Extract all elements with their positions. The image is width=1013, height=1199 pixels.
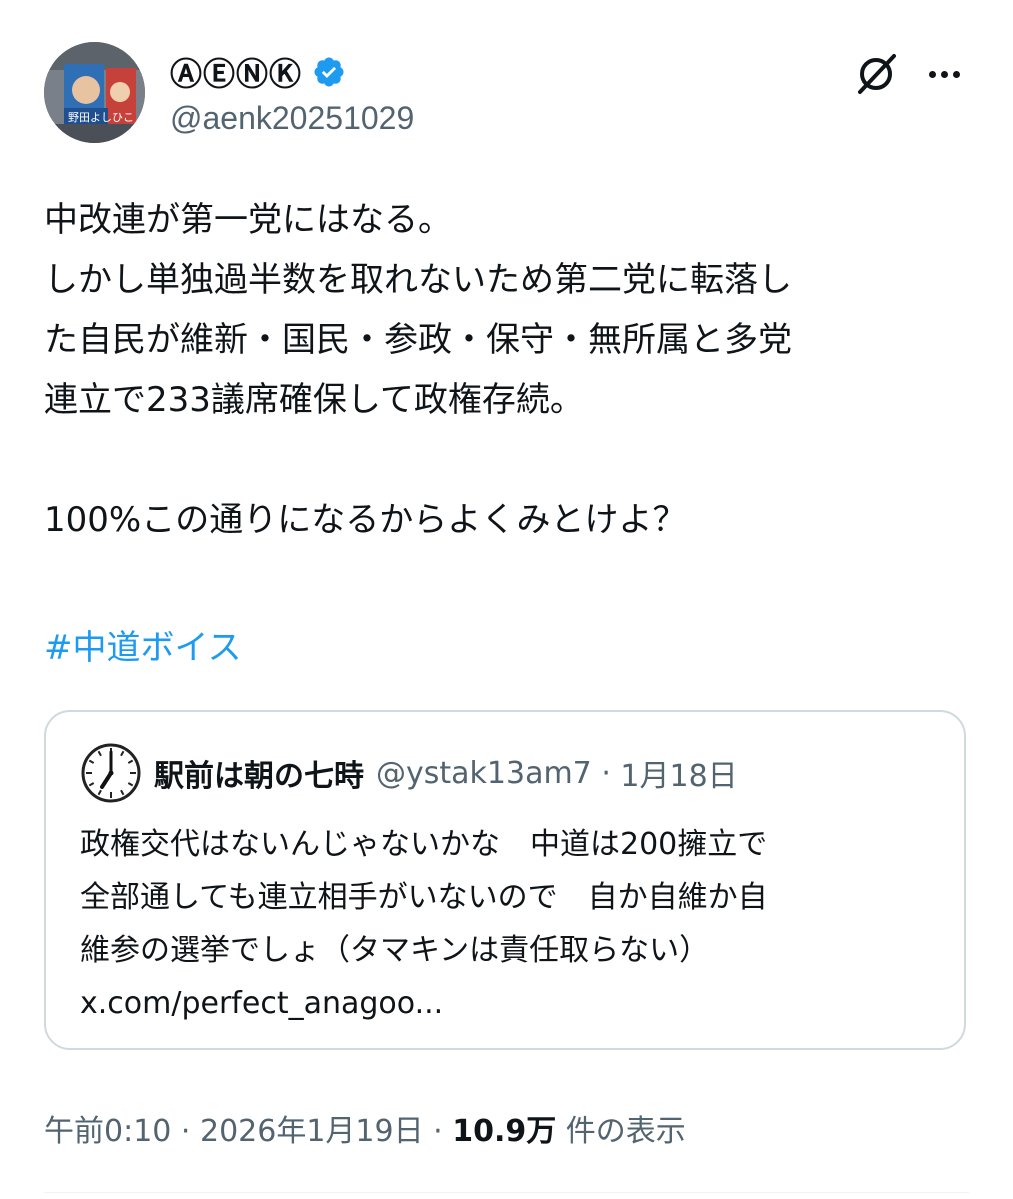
post-date[interactable]: 2026年1月19日: [200, 1114, 424, 1149]
clock-avatar-icon: [80, 742, 142, 804]
hashtag-link[interactable]: #中道ボイス: [44, 618, 241, 678]
quoted-post-line: 維参の選挙でしょ（タマキンは責任取らない）: [80, 933, 710, 968]
quoted-post-line: 全部通しても連立相手がいないので 自か自維か自: [80, 880, 768, 915]
post-line: 連立で233議席確保して政権存続。: [44, 380, 584, 420]
post-meta: 午前0:10 · 2026年1月19日 · 10.9万 件の表示: [44, 1106, 686, 1150]
post-body: 中改連が第一党にはなる。 しかし単独過半数を取れないため第二党に転落し た自民が…: [44, 190, 974, 550]
quoted-author-name[interactable]: 駅前は朝の七時: [154, 751, 364, 795]
meta-separator: ·: [423, 1114, 453, 1149]
quoted-post-card[interactable]: 駅前は朝の七時 @ystak13am7 · 1月18日 政権交代はないんじゃない…: [44, 710, 966, 1050]
quoted-post-date[interactable]: 1月18日: [620, 751, 737, 795]
views-count[interactable]: 10.9万: [452, 1114, 556, 1149]
avatar[interactable]: 野田よしひこ: [44, 42, 145, 143]
post-line: た自民が維新・国民・参政・保守・無所属と多党: [44, 320, 792, 360]
post-line: 100%この通りになるからよくみとけよ？: [44, 500, 687, 540]
name-row: ⒶⒺⓃⓀ: [170, 50, 346, 94]
more-dot-icon: [940, 70, 948, 78]
quoted-post-line: 政権交代はないんじゃないかな 中道は200擁立で: [80, 827, 768, 862]
author-handle[interactable]: @aenk20251029: [170, 100, 414, 137]
more-dot-icon: [952, 70, 960, 78]
quoted-post-link[interactable]: x.com/perfect_anagoo...: [80, 977, 940, 1030]
author-display-name[interactable]: ⒶⒺⓃⓀ: [170, 49, 302, 95]
quoted-post-body: 政権交代はないんじゃないかな 中道は200擁立で 全部通しても連立相手がいないの…: [80, 818, 940, 1030]
post-header: 野田よしひこ ⒶⒺⓃⓀ @aenk20251029: [44, 42, 974, 152]
more-horizontal-icon[interactable]: [922, 52, 966, 96]
grok-icon[interactable]: [850, 48, 902, 100]
avatar-caption: 野田よしひこ: [68, 111, 134, 124]
divider: [44, 1192, 969, 1193]
verified-badge-icon: [312, 55, 346, 89]
quoted-post-header: 駅前は朝の七時 @ystak13am7 · 1月18日: [80, 743, 738, 803]
views-label: 件の表示: [556, 1114, 686, 1149]
post-time[interactable]: 午前0:10: [44, 1114, 171, 1149]
meta-separator: ·: [171, 1114, 200, 1149]
more-dot-icon: [928, 70, 936, 78]
meta-separator: ·: [591, 755, 621, 791]
post-line: 中改連が第一党にはなる。: [44, 200, 452, 240]
post-line: しかし単独過半数を取れないため第二党に転落し: [44, 260, 792, 300]
quoted-author-handle[interactable]: @ystak13am7: [376, 756, 592, 791]
